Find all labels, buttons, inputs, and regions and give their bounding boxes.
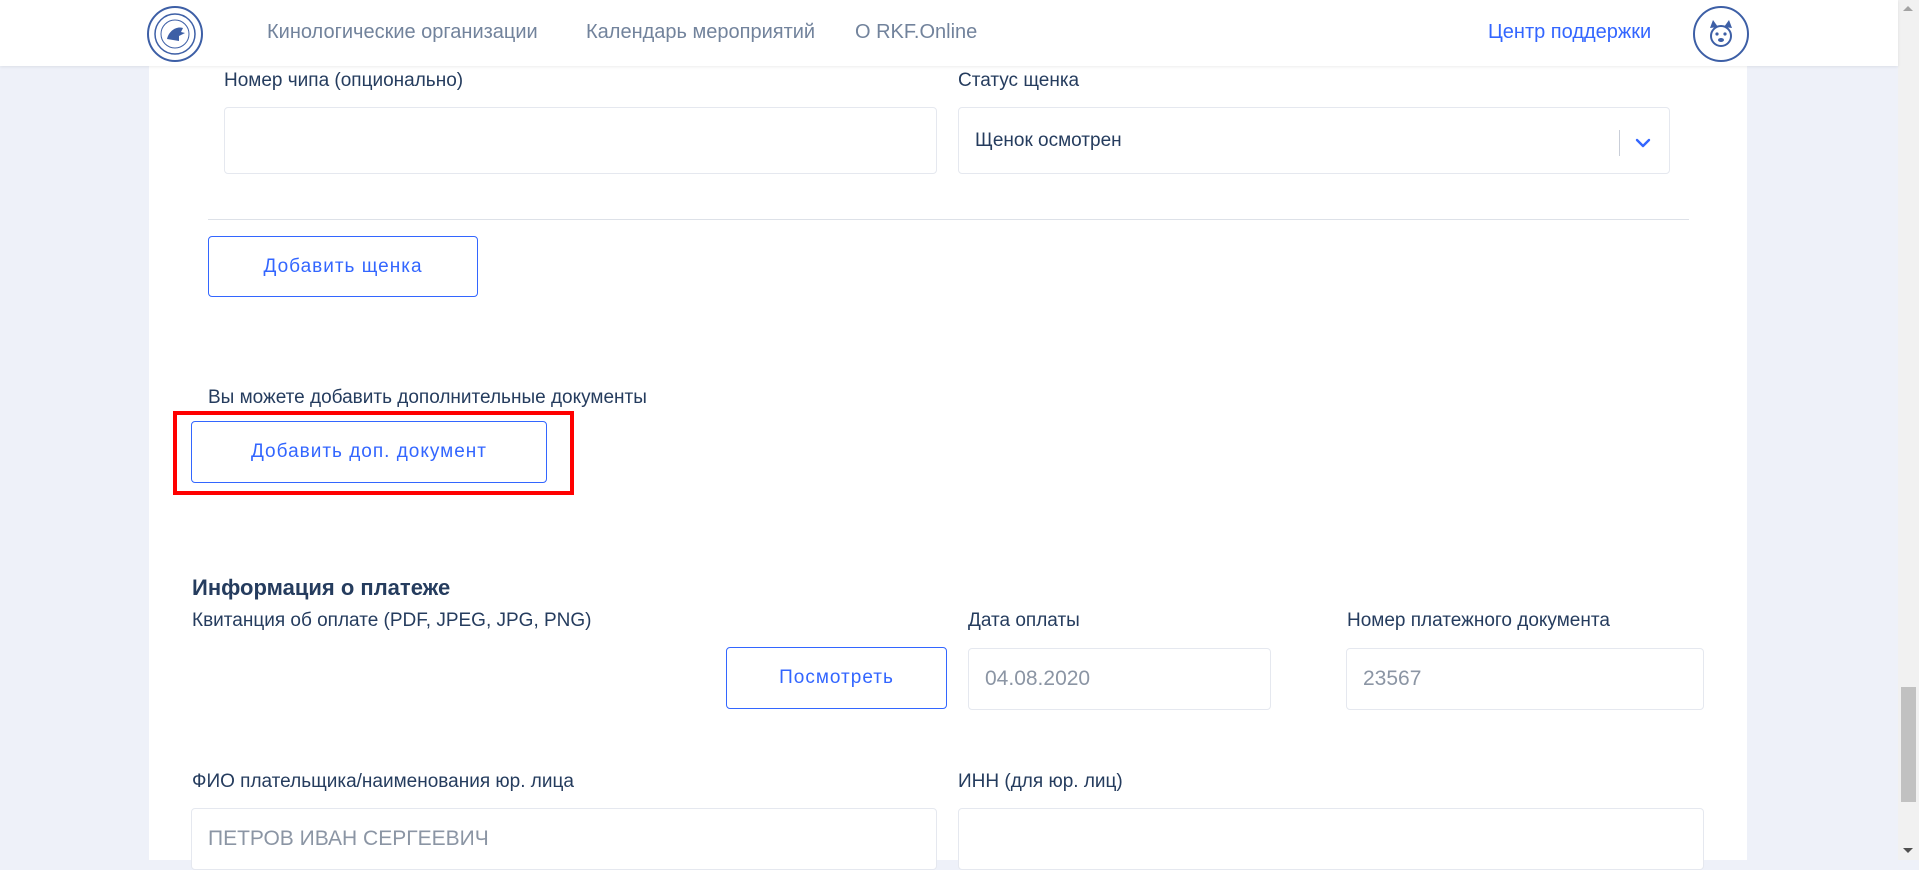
- payment-date-label: Дата оплаты: [968, 610, 1080, 631]
- top-navigation-bar: Кинологические организации Календарь мер…: [0, 0, 1898, 66]
- nav-link-events-calendar[interactable]: Календарь мероприятий: [586, 21, 815, 44]
- inn-input[interactable]: [958, 808, 1704, 870]
- puppy-status-label: Статус щенка: [958, 70, 1080, 91]
- scrollbar-thumb[interactable]: [1901, 687, 1916, 802]
- puppy-status-value: Щенок осмотрен: [975, 129, 1122, 151]
- payer-name-input[interactable]: ПЕТРОВ ИВАН СЕРГЕЕВИЧ: [191, 808, 937, 870]
- payment-info-title: Информация о платеже: [192, 575, 451, 600]
- chevron-down-icon[interactable]: [1633, 133, 1653, 153]
- select-separator: [1619, 130, 1620, 156]
- chip-number-input[interactable]: [224, 107, 937, 174]
- rkf-logo-icon[interactable]: [147, 6, 203, 62]
- puppy-status-select[interactable]: Щенок осмотрен: [958, 107, 1670, 174]
- page-scrollbar[interactable]: [1898, 0, 1919, 860]
- inn-label: ИНН (для юр. лиц): [958, 771, 1123, 792]
- payer-name-label: ФИО плательщика/наименования юр. лица: [192, 771, 574, 792]
- nav-link-about[interactable]: О RKF.Online: [855, 21, 977, 44]
- support-center-link[interactable]: Центр поддержки: [1488, 21, 1651, 44]
- view-receipt-button[interactable]: Посмотреть: [726, 647, 947, 709]
- receipt-label: Квитанция об оплате (PDF, JPEG, JPG, PNG…: [192, 610, 592, 631]
- user-avatar-icon[interactable]: [1693, 6, 1749, 62]
- payment-date-input[interactable]: 04.08.2020: [968, 648, 1271, 710]
- add-puppy-button[interactable]: Добавить щенка: [208, 236, 478, 297]
- section-divider: [208, 219, 1689, 220]
- scroll-down-arrow-icon[interactable]: [1903, 848, 1913, 853]
- payment-doc-number-input[interactable]: 23567: [1346, 648, 1704, 710]
- chip-number-label: Номер чипа (опционально): [224, 70, 464, 91]
- add-extra-document-button[interactable]: Добавить доп. документ: [191, 421, 547, 483]
- scroll-up-arrow-icon[interactable]: [1903, 6, 1913, 11]
- extra-documents-hint: Вы можете добавить дополнительные докуме…: [208, 387, 647, 408]
- payment-doc-number-label: Номер платежного документа: [1347, 610, 1610, 631]
- nav-link-kennel-organizations[interactable]: Кинологические организации: [267, 21, 538, 44]
